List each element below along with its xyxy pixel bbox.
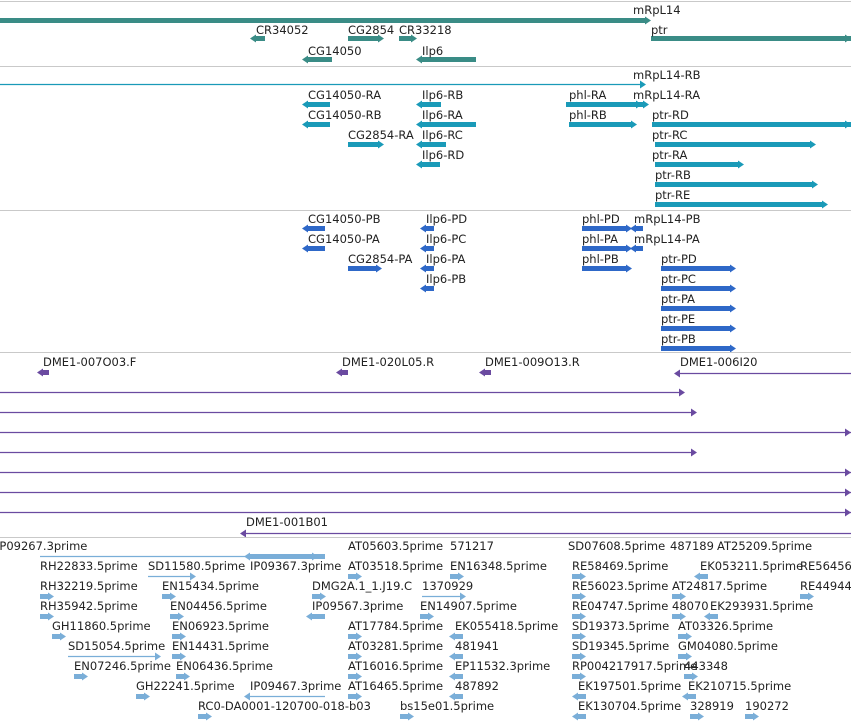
feature-bar [745,714,753,719]
genome-browser-view: mRpL14 ptr CR34052 CG2854 CR33218 CG14050 Ilp6… [0,0,851,722]
feature-label[interactable]: 190272 [745,699,789,713]
est-track: IP09267.3prime AT05603.5prime 571217 SD0760… [0,0,851,722]
feature-glyph[interactable] [0,0,851,722]
strand-arrow [753,712,759,721]
